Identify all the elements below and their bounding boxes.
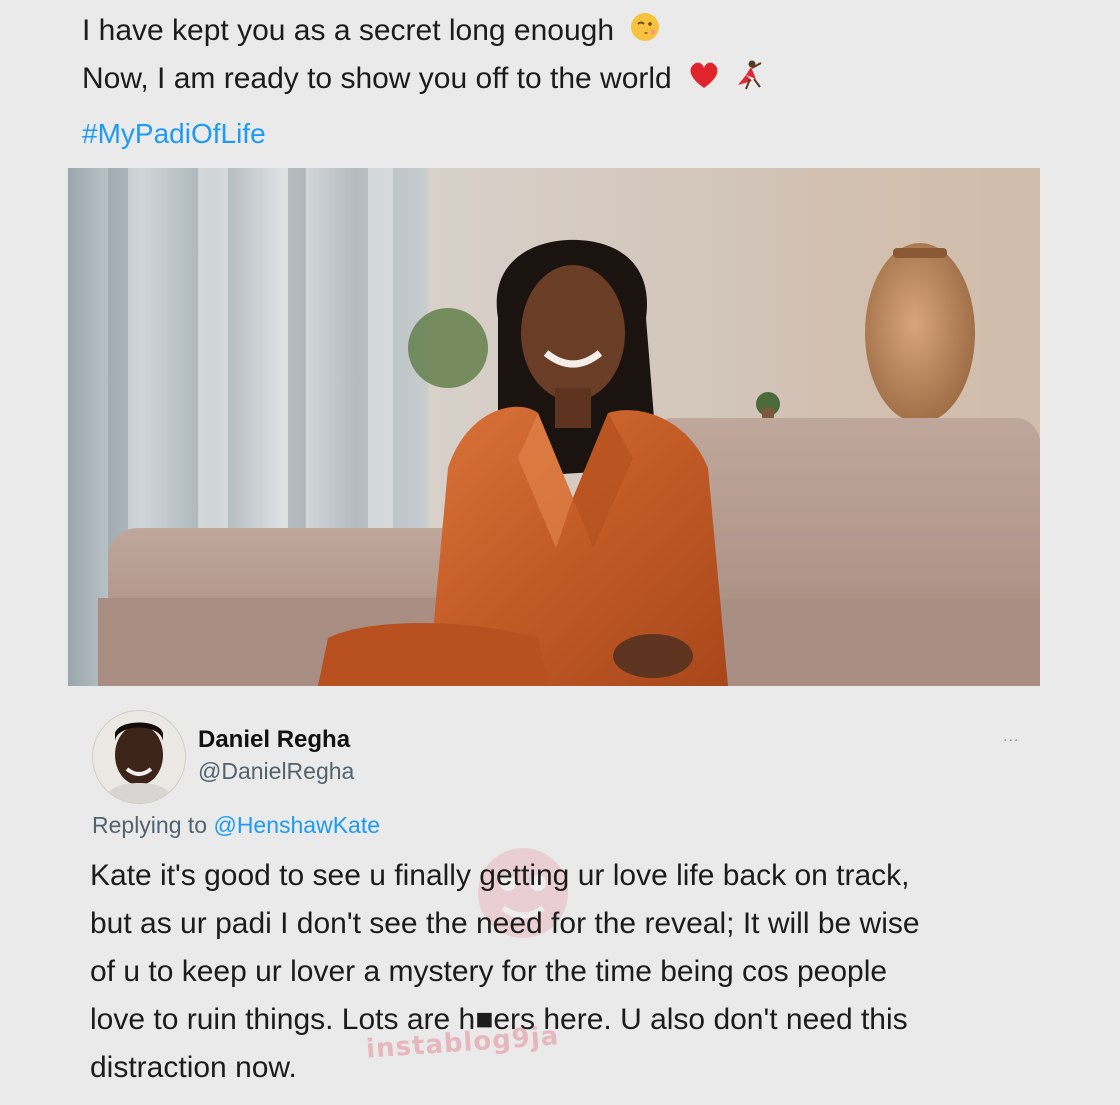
post-text-line-2: Now, I am ready to show you off to the w… bbox=[82, 59, 766, 101]
photo-woman-on-sofa bbox=[68, 168, 1040, 686]
hashtag-link[interactable]: #MyPadiOfLife bbox=[82, 118, 266, 150]
more-options-icon[interactable]: ... bbox=[1003, 728, 1019, 746]
user-avatar-photo bbox=[93, 711, 185, 803]
dancer-emoji-icon bbox=[732, 59, 766, 101]
post-image[interactable] bbox=[68, 168, 1040, 686]
reply-text-line: of u to keep ur lover a mystery for the … bbox=[90, 955, 888, 988]
reply-text-line: Kate it's good to see u finally getting … bbox=[90, 859, 910, 892]
reply-author-name[interactable]: Daniel Regha bbox=[198, 726, 350, 754]
reply-text-line: distraction now. bbox=[90, 1051, 297, 1084]
replying-to-label: Replying to bbox=[92, 812, 214, 838]
reply-text-line: but as ur padi I don't see the need for … bbox=[90, 907, 920, 940]
reply-text: Kate it's good to see u finally getting … bbox=[90, 852, 1050, 1092]
replying-to-line: Replying to @HenshawKate bbox=[92, 812, 380, 839]
winking-kiss-emoji-icon bbox=[630, 12, 660, 52]
tweet-post: I have kept you as a secret long enough … bbox=[0, 0, 1120, 1105]
red-heart-emoji-icon bbox=[688, 60, 720, 100]
replying-to-mention[interactable]: @HenshawKate bbox=[213, 812, 380, 838]
post-text-line-1: I have kept you as a secret long enough bbox=[82, 12, 660, 52]
avatar[interactable] bbox=[92, 710, 186, 804]
reply-text-line: love to ruin things. Lots are h■ers here… bbox=[90, 1003, 908, 1036]
reply-author-handle[interactable]: @DanielRegha bbox=[198, 758, 354, 785]
